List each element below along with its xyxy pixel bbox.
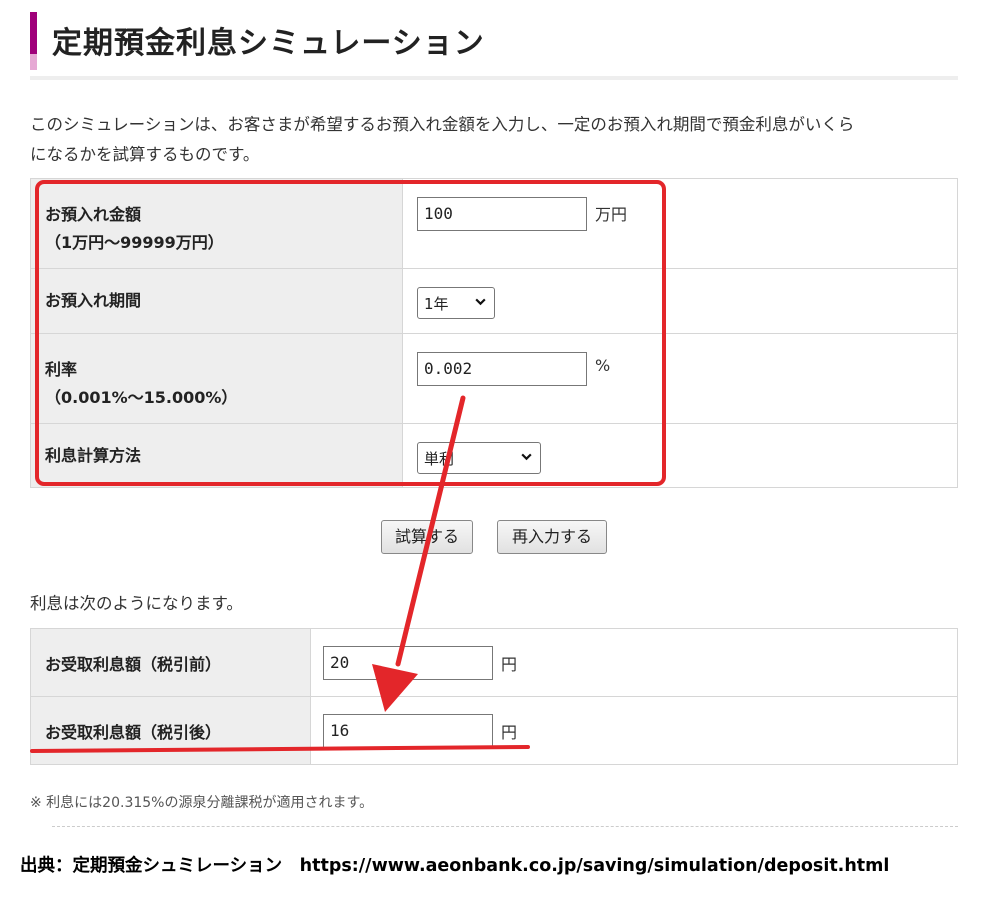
after-tax-output[interactable]: 16 xyxy=(323,713,493,748)
chevron-down-icon xyxy=(520,450,533,467)
reset-button[interactable]: 再入力する xyxy=(497,520,607,554)
intro-line-1: このシミュレーションは、お客さまが希望するお預入れ金額を入力し、一定のお預入れ期… xyxy=(30,115,855,134)
method-field-cell: 単利 xyxy=(402,423,958,488)
after-tax-field-cell: 16 円 xyxy=(310,696,958,765)
form-row-amount: お預入れ金額 （1万円～99999万円） 100 万円 xyxy=(30,178,958,269)
page-title-section: 定期預金利息シミュレーション xyxy=(30,8,958,80)
rate-sublabel: （0.001%～15.000%） xyxy=(45,388,238,407)
result-intro-text: 利息は次のようになります。 xyxy=(30,594,243,613)
method-select-value: 単利 xyxy=(424,450,455,468)
amount-label-cell: お預入れ金額 （1万円～99999万円） xyxy=(30,178,403,269)
rate-unit: % xyxy=(595,356,611,375)
result-table: お受取利息額（税引前） 20 円 お受取利息額（税引後） 16 円 xyxy=(30,628,958,765)
amount-label: お預入れ金額 xyxy=(45,205,142,224)
method-label: 利息計算方法 xyxy=(45,446,142,465)
after-tax-unit: 円 xyxy=(501,722,518,742)
form-row-method: 利息計算方法 単利 xyxy=(30,423,958,488)
calculate-button[interactable]: 試算する xyxy=(381,520,473,554)
rate-label: 利率 xyxy=(45,360,78,379)
intro-text: このシミュレーションは、お客さまが希望するお預入れ金額を入力し、一定のお預入れ期… xyxy=(30,110,965,170)
before-tax-unit: 円 xyxy=(501,654,518,674)
amount-field-cell: 100 万円 xyxy=(402,178,958,269)
form-row-period: お預入れ期間 1年 xyxy=(30,268,958,334)
method-label-cell: 利息計算方法 xyxy=(30,423,403,488)
rate-label-cell: 利率 （0.001%～15.000%） xyxy=(30,333,403,424)
rate-field-cell: 0.002% xyxy=(402,333,958,424)
result-row-after-tax: お受取利息額（税引後） 16 円 xyxy=(30,696,958,765)
before-tax-field-cell: 20 円 xyxy=(310,628,958,697)
intro-line-2: になるかを試算するものです。 xyxy=(30,145,260,164)
tax-note: ※ 利息には20.315%の源泉分離課税が適用されます。 xyxy=(30,795,374,811)
before-tax-output[interactable]: 20 xyxy=(323,645,493,680)
dashed-divider xyxy=(52,826,958,827)
amount-input[interactable]: 100 xyxy=(417,197,587,231)
after-tax-label: お受取利息額（税引後） xyxy=(30,696,311,765)
page-title: 定期預金利息シミュレーション xyxy=(52,26,485,61)
method-select[interactable]: 単利 xyxy=(417,442,541,474)
chevron-down-icon xyxy=(474,295,487,312)
source-citation: 出典：定期預金シュミレーション https://www.aeonbank.co.… xyxy=(20,856,890,876)
form-row-rate: 利率 （0.001%～15.000%） 0.002% xyxy=(30,333,958,424)
amount-unit: 万円 xyxy=(595,205,628,224)
period-select-value: 1年 xyxy=(424,295,449,313)
amount-sublabel: （1万円～99999万円） xyxy=(45,233,224,252)
period-label: お預入れ期間 xyxy=(45,291,142,310)
period-select[interactable]: 1年 xyxy=(417,287,495,319)
simulation-form-table: お預入れ金額 （1万円～99999万円） 100 万円 お預入れ期間 1年 利率 … xyxy=(30,178,958,488)
before-tax-label: お受取利息額（税引前） xyxy=(30,628,311,697)
result-row-before-tax: お受取利息額（税引前） 20 円 xyxy=(30,628,958,697)
period-field-cell: 1年 xyxy=(402,268,958,334)
rate-input[interactable]: 0.002 xyxy=(417,352,587,386)
title-accent-bar xyxy=(30,12,37,70)
period-label-cell: お預入れ期間 xyxy=(30,268,403,334)
